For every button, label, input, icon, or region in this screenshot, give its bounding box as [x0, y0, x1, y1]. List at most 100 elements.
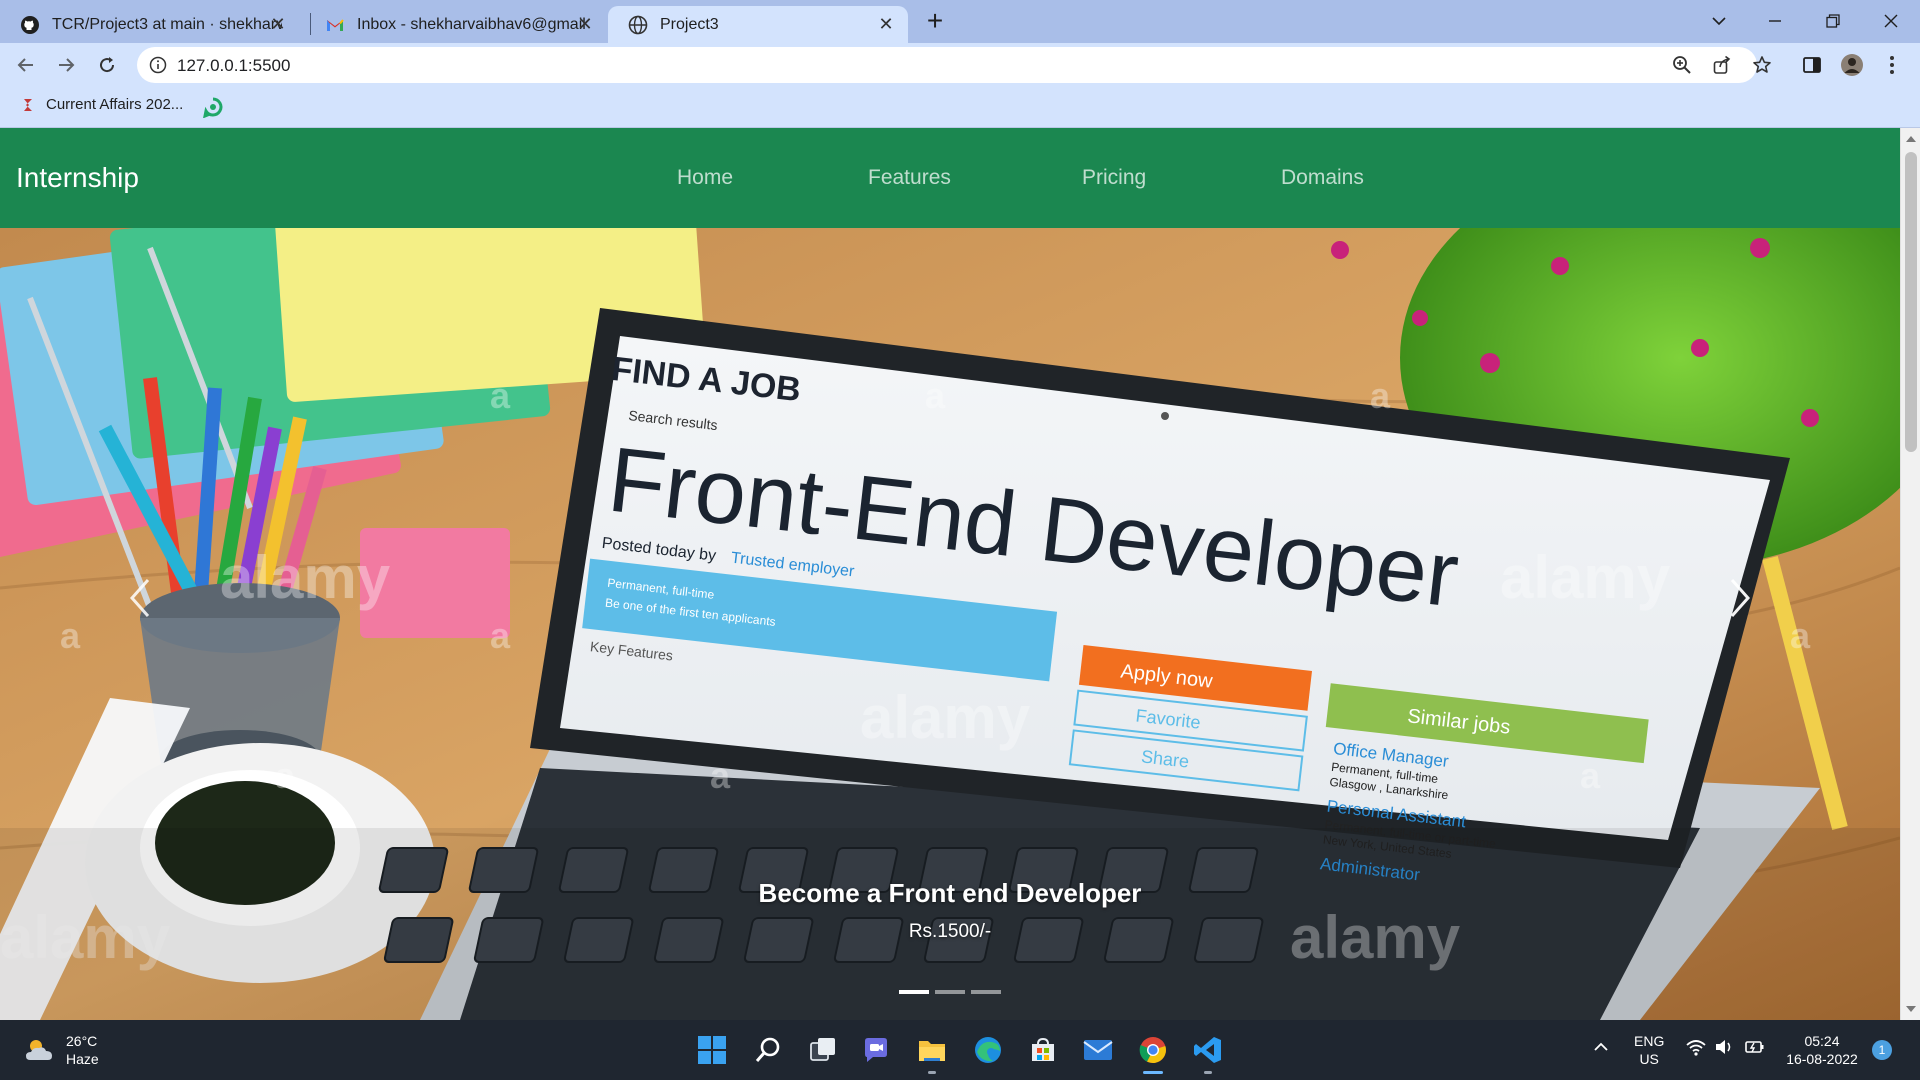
- battery-button[interactable]: [1744, 1038, 1766, 1061]
- chevron-up-icon: [1594, 1042, 1608, 1051]
- carousel-indicators: [0, 990, 1900, 994]
- nav-link-features[interactable]: Features: [868, 166, 951, 190]
- scroll-up-arrow[interactable]: [1906, 136, 1916, 142]
- vscode-icon: [1194, 1037, 1221, 1063]
- tab-search-button[interactable]: [1696, 6, 1742, 36]
- chevron-left-icon: [129, 579, 150, 617]
- battery-icon: [1745, 1041, 1764, 1053]
- restore-icon: [1826, 14, 1840, 28]
- arrow-left-icon: [17, 58, 33, 72]
- mail-icon: [1083, 1040, 1113, 1060]
- tab-project3[interactable]: Project3 ✕: [608, 6, 908, 43]
- task-view-button[interactable]: [805, 1032, 841, 1068]
- gmail-icon: [327, 18, 344, 31]
- tray-overflow-button[interactable]: [1592, 1038, 1610, 1061]
- profile-button[interactable]: [1840, 53, 1864, 77]
- chevron-right-icon: [1730, 579, 1751, 617]
- watermark-text: alamy: [1500, 544, 1671, 611]
- watermark-small: a: [60, 615, 81, 656]
- nav-link-domains[interactable]: Domains: [1281, 166, 1364, 190]
- close-icon[interactable]: ✕: [876, 14, 896, 34]
- notification-badge[interactable]: 1: [1872, 1040, 1892, 1060]
- tab-github[interactable]: TCR/Project3 at main · shekharvaibhav ✕: [0, 6, 300, 43]
- more-vert-icon: [1890, 56, 1894, 74]
- nav-link-home[interactable]: Home: [677, 166, 733, 190]
- bookmark-star-button[interactable]: [1750, 53, 1774, 77]
- back-button[interactable]: [10, 49, 42, 81]
- weather-widget[interactable]: 26°C Haze: [24, 1032, 99, 1068]
- bookmark-favicon-icon: [24, 98, 32, 111]
- carousel-indicator-2[interactable]: [935, 990, 965, 994]
- share-button[interactable]: [1710, 53, 1734, 77]
- tab-gmail[interactable]: Inbox - shekharvaibhav6@gmail.com ✕: [305, 6, 607, 43]
- globe-icon: [628, 15, 648, 34]
- windows-icon: [698, 1036, 726, 1064]
- forward-button[interactable]: [50, 49, 82, 81]
- tab-title: Inbox - shekharvaibhav6@gmail.com: [357, 15, 587, 33]
- chrome-icon: [1139, 1037, 1166, 1064]
- close-icon[interactable]: ✕: [575, 14, 595, 34]
- bookmark-current-affairs[interactable]: Current Affairs 202...: [22, 96, 183, 113]
- browser-tab-bar: TCR/Project3 at main · shekharvaibhav ✕ …: [0, 0, 1920, 43]
- folder-icon: [919, 1041, 945, 1061]
- minimize-icon: [1769, 20, 1781, 22]
- url-text: 127.0.0.1:5500: [177, 56, 291, 75]
- chevron-down-icon: [1712, 17, 1726, 26]
- clock[interactable]: 05:24 16-08-2022: [1780, 1032, 1864, 1068]
- vscode-button[interactable]: [1190, 1032, 1226, 1074]
- language-indicator[interactable]: ENG US: [1634, 1032, 1664, 1068]
- carousel-indicator-3[interactable]: [971, 990, 1001, 994]
- side-panel-icon: [1803, 57, 1821, 73]
- carousel-prev-button[interactable]: [100, 558, 180, 638]
- windows-taskbar: 26°C Haze ENG US 05:24 16-08-2022 1: [0, 1020, 1920, 1080]
- page-scrollbar[interactable]: [1900, 128, 1920, 1020]
- close-window-button[interactable]: [1868, 6, 1914, 36]
- zoom-icon: [1673, 56, 1691, 74]
- language-region: US: [1639, 1051, 1659, 1067]
- store-icon: [1032, 1037, 1054, 1061]
- scrollbar-thumb[interactable]: [1905, 152, 1917, 452]
- edge-button[interactable]: [970, 1032, 1006, 1068]
- scroll-down-arrow[interactable]: [1906, 1006, 1916, 1012]
- watermark-small: a: [925, 375, 946, 416]
- bookmark-app[interactable]: [202, 96, 224, 118]
- share-icon: [1713, 55, 1731, 74]
- address-bar[interactable]: 127.0.0.1:5500: [137, 47, 1757, 83]
- caption-title: Become a Front end Developer: [758, 878, 1142, 908]
- carousel-indicator-1[interactable]: [899, 990, 929, 994]
- web-page: Internship Home Features Pricing Domains: [0, 128, 1900, 1020]
- watermark-small: a: [275, 755, 296, 796]
- restore-button[interactable]: [1810, 6, 1856, 36]
- new-tab-button[interactable]: +: [920, 7, 950, 36]
- star-icon: [1753, 56, 1771, 73]
- chat-icon: [865, 1038, 887, 1062]
- weather-temp: 26°C: [66, 1033, 98, 1049]
- volume-button[interactable]: [1714, 1038, 1734, 1061]
- side-panel-button[interactable]: [1800, 53, 1824, 77]
- tab-title: TCR/Project3 at main · shekharvaibhav: [52, 15, 282, 33]
- navbar-brand[interactable]: Internship: [16, 162, 139, 194]
- wifi-button[interactable]: [1686, 1038, 1706, 1061]
- zoom-button[interactable]: [1670, 53, 1694, 77]
- minimize-button[interactable]: [1752, 6, 1798, 36]
- carousel-next-button[interactable]: [1700, 558, 1780, 638]
- watermark-text: alamy: [860, 684, 1031, 751]
- language-code: ENG: [1634, 1033, 1665, 1049]
- close-icon[interactable]: ✕: [268, 14, 288, 34]
- teams-chat-button[interactable]: [858, 1032, 894, 1068]
- file-explorer-button[interactable]: [914, 1032, 950, 1074]
- taskbar-search-button[interactable]: [750, 1032, 786, 1068]
- chrome-button[interactable]: [1135, 1032, 1171, 1074]
- store-button[interactable]: [1025, 1032, 1061, 1068]
- cloud-sun-icon: [26, 1040, 52, 1060]
- watermark-small: a: [490, 615, 511, 656]
- reload-button[interactable]: [91, 49, 123, 81]
- mail-button[interactable]: [1080, 1032, 1116, 1068]
- clock-date: 16-08-2022: [1786, 1051, 1858, 1067]
- reload-icon: [100, 57, 115, 73]
- carousel-caption: Become a Front end Developer Rs.1500/-: [0, 878, 1900, 943]
- task-view-icon: [810, 1038, 835, 1061]
- menu-button[interactable]: [1880, 53, 1904, 77]
- start-button[interactable]: [694, 1032, 730, 1068]
- nav-link-pricing[interactable]: Pricing: [1082, 166, 1146, 190]
